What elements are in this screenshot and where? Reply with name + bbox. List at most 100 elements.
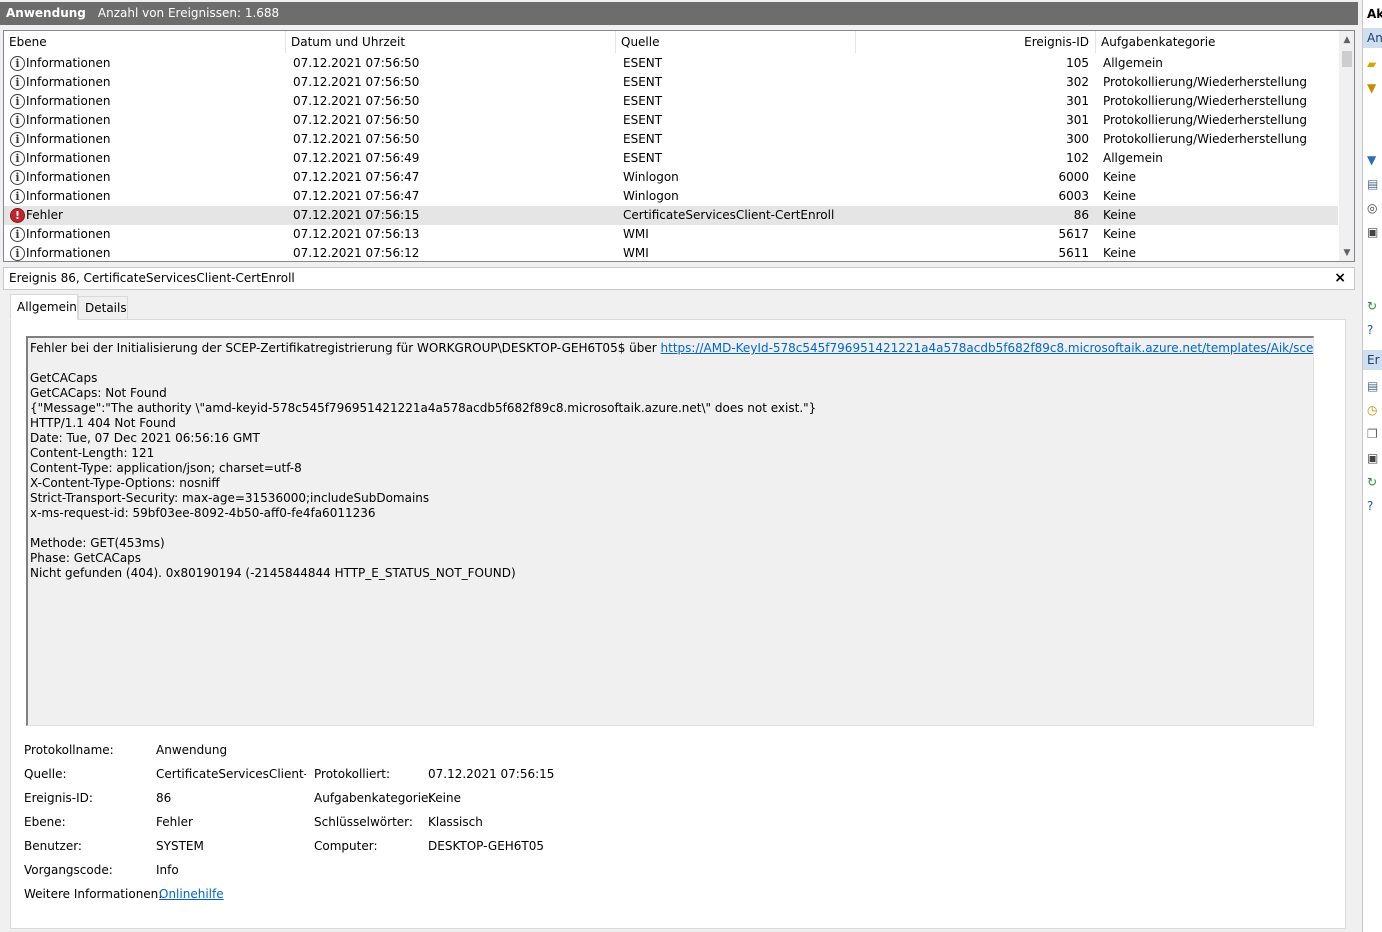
event-category: Allgemein <box>1103 151 1163 165</box>
refresh-icon[interactable]: ↻ <box>1367 298 1382 314</box>
event-level-text: Informationen <box>26 170 111 184</box>
prop-logged-label: Protokolliert: <box>314 767 391 781</box>
event-source: ESENT <box>623 75 663 89</box>
prop-more-label: Weitere Informationen: <box>24 887 163 901</box>
event-date: 07.12.2021 07:56:12 <box>293 246 420 260</box>
find-icon[interactable]: ◎ <box>1367 200 1382 216</box>
event-date: 07.12.2021 07:56:50 <box>293 113 420 127</box>
scroll-up-icon[interactable]: ▲ <box>1339 32 1354 48</box>
event-row[interactable]: i Informationen 07.12.2021 07:56:49 ESENT 10… <box>4 149 1338 168</box>
scroll-down-icon[interactable]: ▼ <box>1339 245 1354 261</box>
event-list[interactable]: Ebene Datum und Uhrzeit Quelle Ereignis-… <box>3 30 1355 262</box>
event-id: 6000 <box>1058 170 1089 184</box>
attach-task-icon[interactable]: ◷ <box>1367 402 1382 418</box>
properties-icon[interactable]: ▤ <box>1367 176 1382 192</box>
event-properties-icon[interactable]: ▤ <box>1367 378 1382 394</box>
tab-details[interactable]: Details <box>78 296 128 320</box>
refresh-event-icon[interactable]: ↻ <box>1367 474 1382 490</box>
prop-id-label: Ereignis-ID: <box>24 791 93 805</box>
event-id: 301 <box>1066 113 1089 127</box>
event-source: CertificateServicesClient-CertEnroll <box>623 208 835 222</box>
copy-icon[interactable]: ❐ <box>1367 426 1382 442</box>
event-date: 07.12.2021 07:56:47 <box>293 189 420 203</box>
info-icon: i <box>10 170 25 185</box>
close-icon[interactable]: × <box>1334 268 1346 289</box>
event-count: Anzahl von Ereignissen: 1.688 <box>97 6 280 20</box>
event-list-header: Ebene Datum und Uhrzeit Quelle Ereignis-… <box>4 31 1338 53</box>
prop-level-value: Fehler <box>156 815 193 829</box>
event-source: ESENT <box>623 132 663 146</box>
tab-general[interactable]: Allgemein <box>10 294 78 320</box>
actions-section-event[interactable]: Er <box>1363 350 1382 370</box>
event-source: ESENT <box>623 94 663 108</box>
event-level: i Informationen <box>8 54 284 73</box>
event-row[interactable]: i Informationen 07.12.2021 07:56:50 ESENT 30… <box>4 130 1338 149</box>
event-id: 5611 <box>1058 246 1089 260</box>
event-date: 07.12.2021 07:56:15 <box>293 208 420 222</box>
event-date: 07.12.2021 07:56:13 <box>293 227 420 241</box>
info-icon: i <box>10 132 25 147</box>
info-icon: i <box>10 94 25 109</box>
event-row[interactable]: ! Fehler 07.12.2021 07:56:15 CertificateSer… <box>4 206 1338 225</box>
folder-icon[interactable]: ▰ <box>1367 56 1382 72</box>
prop-source-value: CertificateServicesClient-CertEnroll <box>156 767 306 781</box>
info-icon: i <box>10 227 25 242</box>
help-icon[interactable]: ? <box>1367 322 1382 338</box>
event-list-scrollbar[interactable]: ▲ ▼ <box>1339 31 1354 261</box>
event-id: 105 <box>1066 56 1089 70</box>
filter-icon[interactable]: ▼ <box>1367 80 1382 96</box>
event-row[interactable]: i Informationen 07.12.2021 07:56:50 ESENT 30… <box>4 73 1338 92</box>
event-row[interactable]: i Informationen 07.12.2021 07:56:50 ESENT 30… <box>4 111 1338 130</box>
event-id: 5617 <box>1058 227 1089 241</box>
scroll-thumb[interactable] <box>1342 51 1352 67</box>
save-icon[interactable]: ▣ <box>1367 224 1382 240</box>
save-event-icon[interactable]: ▣ <box>1367 450 1382 466</box>
event-row[interactable]: i Informationen 07.12.2021 07:56:50 ESENT 10… <box>4 54 1338 73</box>
column-header-category[interactable]: Aufgabenkategorie <box>1096 31 1339 53</box>
event-detail-title: Ereignis 86, CertificateServicesClient-C… <box>9 271 295 285</box>
event-row[interactable]: i Informationen 07.12.2021 07:56:50 ESENT 30… <box>4 92 1338 111</box>
event-id: 301 <box>1066 94 1089 108</box>
event-viewer-main: Anwendung Anzahl von Ereignissen: 1.688 E… <box>0 0 1358 932</box>
event-row[interactable]: i Informationen 07.12.2021 07:56:47 Winlogo… <box>4 187 1338 206</box>
actions-section-log[interactable]: An <box>1363 28 1382 48</box>
event-row[interactable]: i Informationen 07.12.2021 07:56:47 Winlogo… <box>4 168 1338 187</box>
event-level-text: Fehler <box>26 208 63 222</box>
event-row[interactable]: i Informationen 07.12.2021 07:56:13 WMI 5617… <box>4 225 1338 244</box>
column-header-date[interactable]: Datum und Uhrzeit <box>286 31 616 53</box>
event-level: i Informationen <box>8 187 284 206</box>
error-icon: ! <box>10 208 25 223</box>
event-level-text: Informationen <box>26 246 111 260</box>
event-level-text: Informationen <box>26 151 111 165</box>
event-level: ! Fehler <box>8 206 284 225</box>
info-icon: i <box>10 246 25 261</box>
event-source: ESENT <box>623 113 663 127</box>
help-event-icon[interactable]: ? <box>1367 498 1382 514</box>
event-date: 07.12.2021 07:56:47 <box>293 170 420 184</box>
event-message[interactable]: Fehler bei der Initialisierung der SCEP-… <box>26 336 1314 726</box>
prop-computer-value: DESKTOP-GEH6T05 <box>428 839 545 853</box>
event-category: Keine <box>1103 170 1136 184</box>
event-id: 86 <box>1073 208 1089 222</box>
event-level: i Informationen <box>8 92 284 111</box>
event-date: 07.12.2021 07:56:50 <box>293 132 420 146</box>
event-level: i Informationen <box>8 73 284 92</box>
column-header-level[interactable]: Ebene <box>4 31 286 53</box>
event-row[interactable]: i Informationen 07.12.2021 07:56:12 WMI 5611… <box>4 244 1338 261</box>
event-source: ESENT <box>623 56 663 70</box>
actions-pane: Ak An ▰ ▼ ▼ ▤ ◎ ▣ ↻ ? Er ▤ ◷ ❐ ▣ ↻ ? <box>1362 0 1382 932</box>
online-help-link[interactable]: Onlinehilfe <box>159 886 224 902</box>
event-level-text: Informationen <box>26 113 111 127</box>
info-icon: i <box>10 56 25 71</box>
prop-log-value: Anwendung <box>156 743 228 757</box>
column-header-event-id[interactable]: Ereignis-ID <box>856 31 1096 53</box>
column-header-source[interactable]: Quelle <box>616 31 856 53</box>
event-source: WMI <box>623 227 649 241</box>
prop-category-label: Aufgabenkategorie: <box>314 791 433 805</box>
filter-log-icon[interactable]: ▼ <box>1367 152 1382 168</box>
event-level-text: Informationen <box>26 75 111 89</box>
scep-link[interactable]: https://AMD-KeyId-578c545f796951421221a4… <box>661 341 1313 355</box>
event-level: i Informationen <box>8 149 284 168</box>
event-source: WMI <box>623 246 649 260</box>
event-id: 6003 <box>1058 189 1089 203</box>
